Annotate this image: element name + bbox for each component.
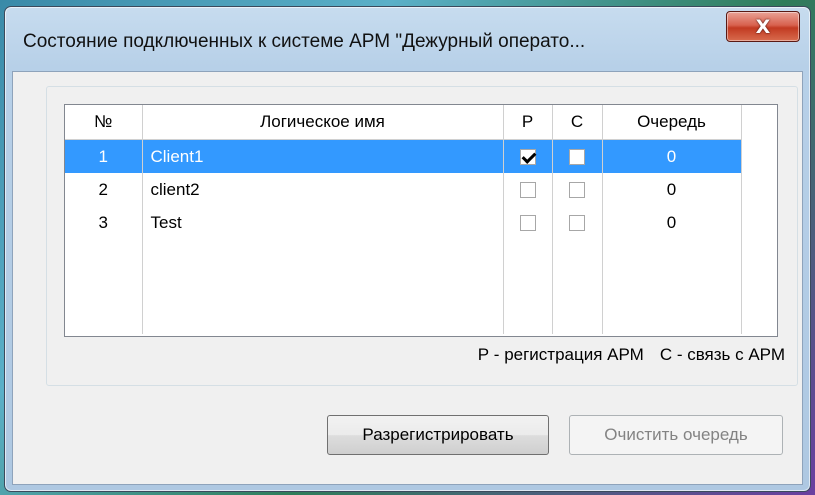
legend: Р - регистрация АРМ С - связь с АРМ xyxy=(478,345,785,365)
unregister-button[interactable]: Разрегистрировать xyxy=(327,415,549,455)
window-title: Состояние подключенных к системе АРМ "Де… xyxy=(23,31,586,52)
row-queue: 0 xyxy=(602,139,742,173)
clear-queue-button[interactable]: Очистить очередь xyxy=(569,415,783,455)
row-registration-cell xyxy=(503,139,553,173)
row-filler xyxy=(741,173,777,206)
title-bar[interactable]: Состояние подключенных к системе АРМ "Де… xyxy=(5,7,810,71)
dialog-client-area: № Логическое имя Р С Очередь 1 Client1 0… xyxy=(12,71,803,485)
column-header-registration[interactable]: Р xyxy=(503,105,553,140)
row-connection-cell xyxy=(552,206,603,239)
registration-checkbox[interactable] xyxy=(519,182,536,199)
dialog-window: Состояние подключенных к системе АРМ "Де… xyxy=(4,6,811,492)
table-row[interactable]: 3 Test 0 xyxy=(65,206,777,239)
close-icon: X xyxy=(755,15,771,38)
row-number: 3 xyxy=(65,206,143,239)
close-button[interactable]: X xyxy=(726,11,800,42)
row-connection-cell xyxy=(552,139,603,173)
row-registration-cell xyxy=(503,173,553,206)
connection-checkbox[interactable] xyxy=(569,182,585,199)
legend-connection: С - связь с АРМ xyxy=(659,345,785,364)
clients-grid[interactable]: № Логическое имя Р С Очередь 1 Client1 0… xyxy=(64,104,778,337)
table-header-row: № Логическое имя Р С Очередь xyxy=(65,105,777,140)
column-header-connection[interactable]: С xyxy=(552,105,603,140)
row-filler xyxy=(741,206,777,239)
row-logical-name: client2 xyxy=(142,173,504,206)
registration-checkbox[interactable] xyxy=(519,215,536,232)
row-connection-cell xyxy=(552,173,603,206)
legend-registration: Р - регистрация АРМ xyxy=(477,345,644,364)
clients-table: № Логическое имя Р С Очередь 1 Client1 0… xyxy=(65,105,777,334)
row-queue: 0 xyxy=(602,206,742,239)
row-number: 2 xyxy=(65,173,143,206)
row-number: 1 xyxy=(65,139,143,173)
column-header-number[interactable]: № xyxy=(65,105,143,140)
column-header-queue[interactable]: Очередь xyxy=(602,105,742,140)
row-logical-name: Client1 xyxy=(142,139,504,173)
connection-checkbox[interactable] xyxy=(569,215,585,232)
registration-checkbox[interactable] xyxy=(519,149,536,166)
group-box: № Логическое имя Р С Очередь 1 Client1 0… xyxy=(46,86,798,386)
connection-checkbox[interactable] xyxy=(569,149,585,166)
table-empty-area xyxy=(65,239,777,334)
column-header-filler xyxy=(741,105,777,140)
row-queue: 0 xyxy=(602,173,742,206)
table-row[interactable]: 1 Client1 0 xyxy=(65,139,777,173)
row-filler xyxy=(741,139,777,173)
table-row[interactable]: 2 client2 0 xyxy=(65,173,777,206)
column-header-logical-name[interactable]: Логическое имя xyxy=(142,105,504,140)
row-registration-cell xyxy=(503,206,553,239)
row-logical-name: Test xyxy=(142,206,504,239)
